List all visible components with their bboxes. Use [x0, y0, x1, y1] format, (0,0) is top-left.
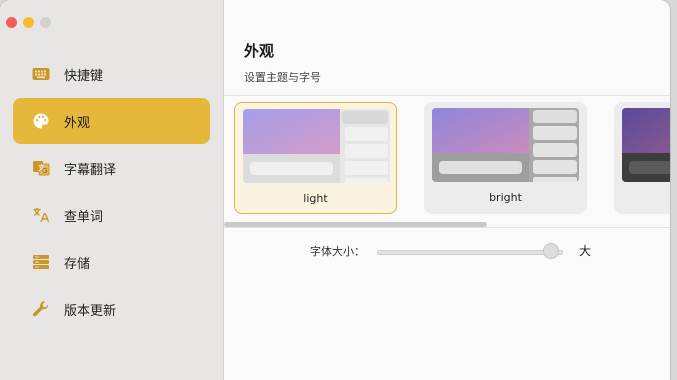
theme-label: light — [303, 192, 328, 205]
palette-icon — [32, 112, 50, 130]
theme-card-bright[interactable]: bright — [424, 102, 587, 214]
sidebar-item-updates[interactable]: 版本更新 — [13, 286, 210, 332]
sidebar-item-label: 快捷键 — [64, 68, 104, 84]
theme-card-light[interactable]: light — [234, 102, 397, 214]
minimize-window-button[interactable] — [23, 17, 34, 28]
keyboard-icon — [32, 65, 50, 83]
theme-card-dark[interactable] — [614, 102, 670, 214]
font-size-label: 字体大小： — [310, 244, 365, 258]
font-size-row: 字体大小： 大 — [310, 242, 591, 259]
sidebar-item-label: 版本更新 — [64, 303, 117, 319]
sidebar-item-label: 查单词 — [64, 209, 104, 225]
slider-track — [377, 249, 563, 255]
wrench-icon — [32, 300, 50, 318]
sidebar-item-label: 存储 — [64, 256, 91, 272]
page-subtitle: 设置主题与字号 — [244, 71, 321, 84]
translate-subtitle-icon: 文 G — [32, 159, 50, 177]
dictionary-icon — [32, 206, 50, 224]
sidebar-item-lookup-word[interactable]: 查单词 — [13, 192, 210, 238]
theme-preview-light — [243, 109, 390, 183]
theme-preview-bright — [432, 108, 579, 182]
sidebar-item-label: 字幕翻译 — [64, 162, 117, 178]
close-window-button[interactable] — [6, 17, 17, 28]
window-controls — [6, 17, 51, 28]
sidebar-item-storage[interactable]: 存储 — [13, 239, 210, 285]
app-window: 快捷键 外观 文 G 字幕翻译 查单词 存储 版本更新 外观 设置主题与字号 l… — [0, 0, 670, 380]
sidebar-item-subtitle-translation[interactable]: 文 G 字幕翻译 — [13, 145, 210, 191]
font-size-max-label: 大 — [579, 244, 592, 258]
sidebar-item-shortcuts[interactable]: 快捷键 — [13, 51, 210, 97]
font-size-slider[interactable] — [377, 243, 563, 259]
header-divider — [224, 95, 670, 96]
theme-divider — [224, 227, 670, 228]
sidebar: 快捷键 外观 文 G 字幕翻译 查单词 存储 版本更新 — [0, 0, 224, 380]
page-header: 外观 设置主题与字号 — [244, 40, 321, 85]
zoom-window-button[interactable] — [40, 17, 51, 28]
storage-icon — [32, 253, 50, 271]
slider-knob[interactable] — [544, 243, 558, 258]
sidebar-item-label: 外观 — [64, 115, 91, 131]
svg-text:G: G — [42, 167, 47, 175]
theme-picker: light bright — [234, 102, 670, 214]
sidebar-nav: 快捷键 外观 文 G 字幕翻译 查单词 存储 版本更新 — [13, 51, 210, 333]
theme-preview-dark — [622, 108, 670, 182]
theme-label: bright — [489, 191, 522, 204]
main-content: 外观 设置主题与字号 light bright 字体大小： 大 — [224, 0, 670, 380]
sidebar-item-appearance[interactable]: 外观 — [13, 98, 210, 144]
page-title: 外观 — [244, 42, 275, 60]
